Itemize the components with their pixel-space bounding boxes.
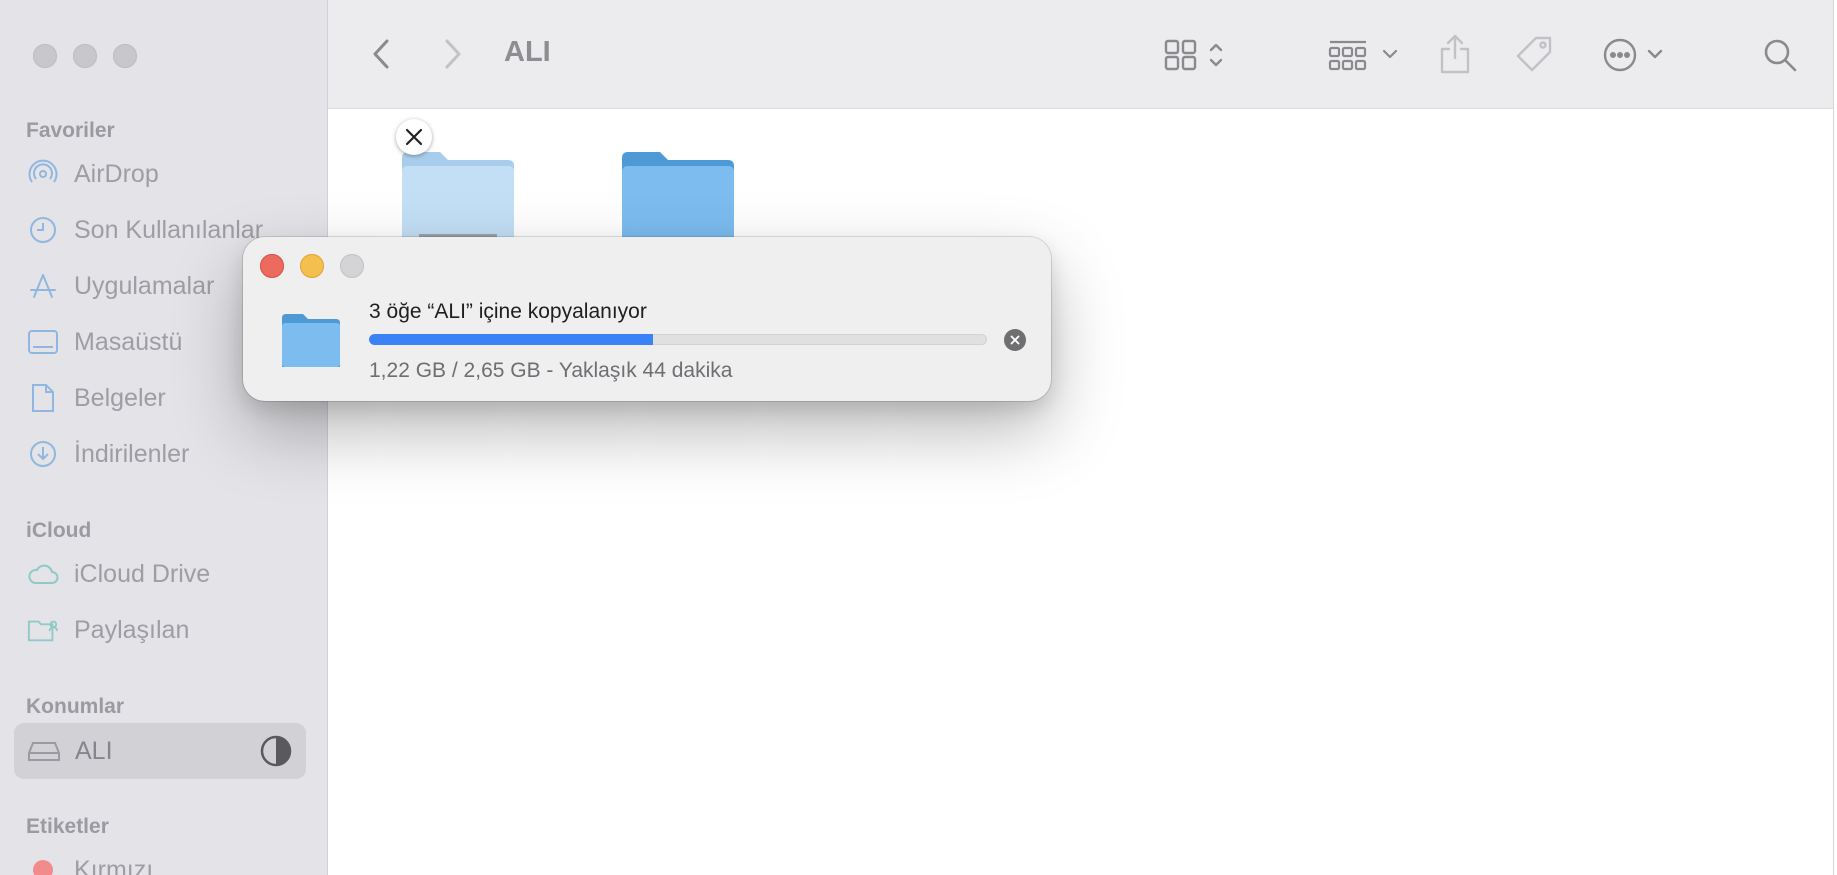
folder-copying-icon[interactable]: [398, 148, 518, 245]
section-tags: Etiketler: [26, 815, 109, 838]
search-icon[interactable]: [1762, 37, 1798, 73]
drive-icon: [28, 735, 60, 767]
sidebar-item-ali[interactable]: ALI: [14, 723, 306, 779]
folder-icon[interactable]: [618, 148, 738, 245]
forward-chevron-icon[interactable]: [440, 38, 464, 70]
shared-folder-icon: [27, 614, 59, 646]
copy-progress-dialog: 3 öğe “ALI” içine kopyalanıyor 1,22 GB /…: [243, 237, 1051, 401]
sidebar-item-label: Uygulamalar: [74, 271, 215, 300]
sidebar-item-shared[interactable]: Paylaşılan: [0, 608, 327, 652]
sidebar-item-label: Kırmızı: [74, 855, 154, 875]
dialog-minimize-button[interactable]: [300, 254, 324, 278]
dialog-close-button[interactable]: [260, 254, 284, 278]
cancel-copy-badge[interactable]: [396, 119, 432, 155]
share-icon[interactable]: [1438, 33, 1472, 75]
sidebar-item-tag-red[interactable]: Kırmızı: [0, 848, 327, 875]
zoom-window-button[interactable]: [113, 44, 137, 68]
copy-progress-fill: [369, 334, 654, 345]
back-chevron-icon[interactable]: [370, 38, 394, 70]
minimize-window-button[interactable]: [73, 44, 97, 68]
sidebar-item-label: ALI: [75, 736, 113, 765]
document-icon: [27, 382, 59, 414]
cancel-copy-button[interactable]: [1004, 329, 1026, 351]
copy-title: 3 öğe “ALI” içine kopyalanıyor: [369, 300, 647, 323]
section-icloud: iCloud: [26, 519, 92, 542]
finder-window: Favoriler AirDrop Son Kullanılanlar Uygu…: [0, 0, 1834, 875]
airdrop-icon: [27, 158, 59, 190]
sidebar-item-label: Paylaşılan: [74, 615, 190, 644]
sidebar-item-icloud-drive[interactable]: iCloud Drive: [0, 552, 327, 596]
download-icon: [27, 438, 59, 470]
close-window-button[interactable]: [33, 44, 57, 68]
sidebar-item-label: Belgeler: [74, 383, 166, 412]
toolbar: ALI: [328, 0, 1833, 109]
sidebar-item-downloads[interactable]: İndirilenler: [0, 432, 327, 476]
dialog-window-controls: [260, 254, 364, 278]
copy-status: 1,22 GB / 2,65 GB - Yaklaşık 44 dakika: [369, 359, 733, 382]
copy-progress-bar: [369, 334, 987, 345]
window-title: ALI: [504, 36, 551, 68]
dialog-zoom-button[interactable]: [340, 254, 364, 278]
tag-icon[interactable]: [1514, 35, 1554, 75]
sidebar-item-label: İndirilenler: [74, 439, 190, 468]
window-controls: [33, 44, 137, 68]
applications-icon: [27, 270, 59, 302]
icon-view-grid-icon[interactable]: [1164, 38, 1230, 72]
cloud-icon: [27, 558, 59, 590]
desktop-icon: [27, 326, 59, 358]
clock-icon: [27, 214, 59, 246]
file-browser-content: [328, 109, 1833, 875]
folder-icon: [280, 312, 342, 373]
sidebar-item-label: AirDrop: [74, 159, 159, 188]
sidebar: Favoriler AirDrop Son Kullanılanlar Uygu…: [0, 0, 328, 875]
sidebar-item-label: Masaüstü: [74, 327, 183, 356]
group-by-icon[interactable]: [1328, 38, 1400, 72]
sidebar-item-airdrop[interactable]: AirDrop: [0, 152, 327, 196]
sidebar-item-label: iCloud Drive: [74, 559, 211, 588]
more-actions-icon[interactable]: [1602, 37, 1672, 73]
sidebar-item-label: Son Kullanılanlar: [74, 215, 264, 244]
section-locations: Konumlar: [26, 695, 125, 718]
section-favorites: Favoriler: [26, 119, 115, 142]
eject-progress-icon[interactable]: [260, 735, 292, 767]
red-tag-dot-icon: [27, 854, 59, 875]
